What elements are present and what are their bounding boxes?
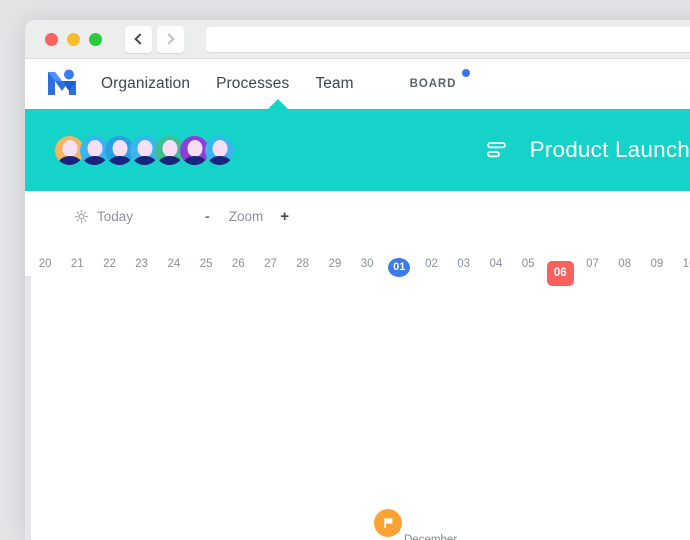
ruler-day-08[interactable]: 08 xyxy=(609,258,641,270)
ruler-day-30[interactable]: 30 xyxy=(351,258,383,270)
today-button[interactable]: Today xyxy=(75,209,133,224)
avatar-body xyxy=(108,155,131,165)
project-title-block: Product Launch xyxy=(486,137,690,163)
ruler-day-07[interactable]: 07 xyxy=(576,258,608,270)
ruler-day-09[interactable]: 09 xyxy=(641,258,673,270)
project-title: Product Launch xyxy=(529,137,690,162)
forward-button[interactable] xyxy=(157,25,184,53)
avatar-body xyxy=(83,155,106,165)
team-avatar-group[interactable] xyxy=(55,135,234,165)
ruler-day-01[interactable]: 01 xyxy=(383,258,415,277)
minimize-window-button[interactable] xyxy=(67,32,80,46)
ruler-day-25[interactable]: 25 xyxy=(190,258,222,270)
ruler-day-05[interactable]: 05 xyxy=(512,258,544,270)
avatar-body xyxy=(158,155,181,165)
selected-day-pill: 01 xyxy=(388,258,411,277)
close-window-button[interactable] xyxy=(45,32,58,46)
milestone-flag-marker[interactable] xyxy=(374,509,402,537)
nav-item-processes[interactable]: Processes xyxy=(216,75,289,93)
gantt-timeline: December 20 21 22 23 24 25 26 27 28 29 30 01 02 03 04 0… xyxy=(25,241,690,540)
chevron-left-icon xyxy=(134,33,146,45)
address-bar[interactable] xyxy=(206,26,690,52)
timeline-left-gutter xyxy=(25,276,31,540)
nav-item-board[interactable]: BOARD xyxy=(409,69,471,90)
window-traffic-lights xyxy=(45,32,102,46)
ruler-day-28[interactable]: 28 xyxy=(287,258,319,270)
ruler-day-29[interactable]: 29 xyxy=(319,258,351,270)
browser-chrome xyxy=(25,20,690,59)
today-label: Today xyxy=(97,208,134,224)
avatar-body xyxy=(133,155,156,165)
ruler-day-26[interactable]: 26 xyxy=(222,258,254,270)
month-label: December xyxy=(404,534,458,540)
app-navigation-bar: Organization Processes Team BOARD xyxy=(25,59,690,110)
avatar[interactable] xyxy=(205,135,234,165)
timeline-toolbar: Today - Zoom + xyxy=(25,191,690,241)
ruler-day-23[interactable]: 23 xyxy=(126,258,158,270)
ruler-day-06[interactable]: 06 xyxy=(544,258,576,286)
flag-icon xyxy=(384,518,393,528)
nav-board-label: BOARD xyxy=(409,78,457,90)
monday-logo-icon[interactable] xyxy=(45,69,79,99)
ruler-day-02[interactable]: 02 xyxy=(415,258,447,270)
ruler-day-03[interactable]: 03 xyxy=(448,258,480,270)
browser-window: Organization Processes Team BOARD Produc… xyxy=(25,20,690,540)
ruler-day-22[interactable]: 22 xyxy=(93,258,125,270)
ruler-day-10[interactable]: 10 xyxy=(673,258,690,270)
ruler-day-20[interactable]: 20 xyxy=(29,258,61,270)
project-header: Product Launch xyxy=(25,109,690,191)
avatar-body xyxy=(208,155,231,165)
notification-dot-icon xyxy=(462,69,471,77)
sun-target-icon xyxy=(75,209,88,223)
avatar-body xyxy=(58,155,81,165)
browser-nav-buttons xyxy=(125,25,184,53)
gantt-list-icon xyxy=(486,142,506,158)
nav-item-team[interactable]: Team xyxy=(315,75,353,93)
today-day-pill: 06 xyxy=(546,261,574,286)
ruler-day-27[interactable]: 27 xyxy=(254,258,286,270)
zoom-label: Zoom xyxy=(228,208,264,224)
ruler-day-04[interactable]: 04 xyxy=(480,258,512,270)
ruler-day-21[interactable]: 21 xyxy=(61,258,93,270)
zoom-out-button[interactable]: - xyxy=(205,208,210,224)
maximize-window-button[interactable] xyxy=(89,32,102,46)
nav-item-organization[interactable]: Organization xyxy=(101,75,190,93)
chevron-right-icon xyxy=(163,33,175,45)
zoom-in-button[interactable]: + xyxy=(280,208,289,225)
back-button[interactable] xyxy=(125,25,152,53)
avatar-body xyxy=(183,155,206,165)
ruler-day-24[interactable]: 24 xyxy=(158,258,190,270)
